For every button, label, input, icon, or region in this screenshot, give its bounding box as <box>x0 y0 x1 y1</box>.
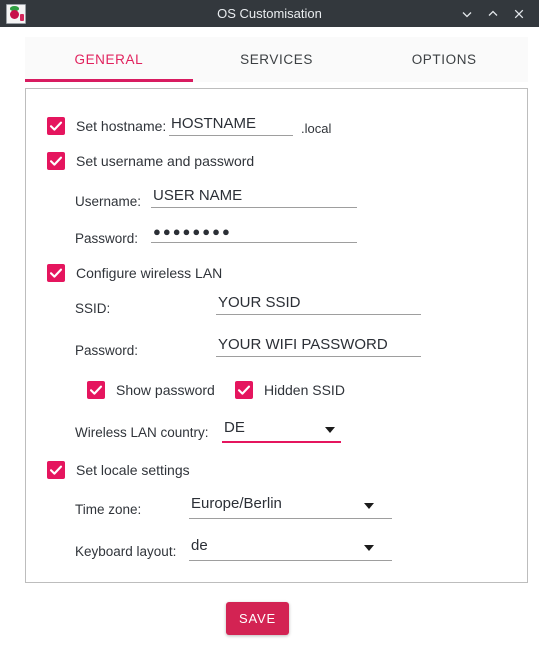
set-locale-settings-label: Set locale settings <box>76 462 190 478</box>
tab-services-label: SERVICES <box>240 52 313 67</box>
time-zone-label: Time zone: <box>75 502 142 517</box>
tab-options-label: OPTIONS <box>411 52 477 67</box>
wireless-lan-country-value: DE <box>224 419 245 436</box>
show-password-label: Show password <box>116 382 215 398</box>
username-input[interactable] <box>151 187 357 208</box>
set-hostname-checkbox[interactable] <box>47 117 65 135</box>
set-hostname-row: Set hostname: <box>47 117 166 135</box>
show-password-checkbox[interactable] <box>87 381 105 399</box>
time-zone-value: Europe/Berlin <box>191 495 282 512</box>
hidden-ssid-checkbox[interactable] <box>235 381 253 399</box>
check-icon <box>49 268 63 278</box>
hostname-input[interactable] <box>169 115 293 136</box>
set-hostname-label: Set hostname: <box>76 118 167 134</box>
ssid-field-label: SSID: <box>75 301 111 316</box>
tab-options[interactable]: OPTIONS <box>360 37 528 82</box>
wifi-password-field-label: Password: <box>75 343 139 358</box>
wireless-lan-country-dropdown[interactable]: DE <box>222 419 341 443</box>
hidden-ssid-label: Hidden SSID <box>264 382 345 398</box>
hidden-ssid-row: Hidden SSID <box>235 381 345 399</box>
close-button[interactable] <box>507 3 531 25</box>
titlebar: OS Customisation <box>0 0 539 27</box>
keyboard-layout-value: de <box>191 537 208 554</box>
check-icon <box>89 385 103 395</box>
close-icon <box>514 9 524 18</box>
configure-wireless-lan-checkbox[interactable] <box>47 264 65 282</box>
window-controls <box>455 3 539 25</box>
username-field-label: Username: <box>75 194 142 209</box>
set-username-password-label: Set username and password <box>76 153 255 169</box>
chevron-down-icon <box>364 545 374 551</box>
tab-general-label: GENERAL <box>74 52 144 67</box>
hostname-suffix: .local <box>301 121 332 136</box>
raspberry-pi-chip <box>19 14 24 21</box>
check-icon <box>49 121 63 131</box>
set-username-password-checkbox[interactable] <box>47 152 65 170</box>
configure-wireless-lan-label: Configure wireless LAN <box>76 265 223 281</box>
save-button[interactable]: SAVE <box>226 602 289 635</box>
keyboard-layout-label: Keyboard layout: <box>75 544 177 559</box>
chevron-down-icon <box>364 503 374 509</box>
check-icon <box>49 156 63 166</box>
time-zone-dropdown[interactable]: Europe/Berlin <box>189 495 392 519</box>
minimize-button[interactable] <box>455 3 479 25</box>
check-icon <box>49 465 63 475</box>
raspberry-pi-berry <box>10 9 19 19</box>
chevron-down-icon <box>462 11 472 17</box>
tab-services[interactable]: SERVICES <box>193 37 361 82</box>
check-icon <box>237 385 251 395</box>
general-settings-panel: Set hostname: .local Set username and pa… <box>25 88 528 583</box>
maximize-button[interactable] <box>481 3 505 25</box>
set-locale-settings-row: Set locale settings <box>47 461 190 479</box>
wifi-password-input[interactable] <box>216 336 421 357</box>
chevron-up-icon <box>488 10 498 16</box>
wireless-lan-country-label: Wireless LAN country: <box>75 425 209 440</box>
tabbar: GENERAL SERVICES OPTIONS <box>25 37 528 82</box>
user-password-field-label: Password: <box>75 231 139 246</box>
raspberry-pi-icon <box>6 3 26 24</box>
set-locale-settings-checkbox[interactable] <box>47 461 65 479</box>
chevron-down-icon <box>325 427 335 433</box>
tab-active-indicator <box>25 79 193 82</box>
show-password-row: Show password <box>87 381 215 399</box>
user-password-input[interactable] <box>151 224 357 243</box>
keyboard-layout-dropdown[interactable]: de <box>189 537 392 561</box>
tab-general[interactable]: GENERAL <box>25 37 193 82</box>
set-username-password-row: Set username and password <box>47 152 254 170</box>
ssid-input[interactable] <box>216 294 421 315</box>
configure-wireless-lan-row: Configure wireless LAN <box>47 264 222 282</box>
